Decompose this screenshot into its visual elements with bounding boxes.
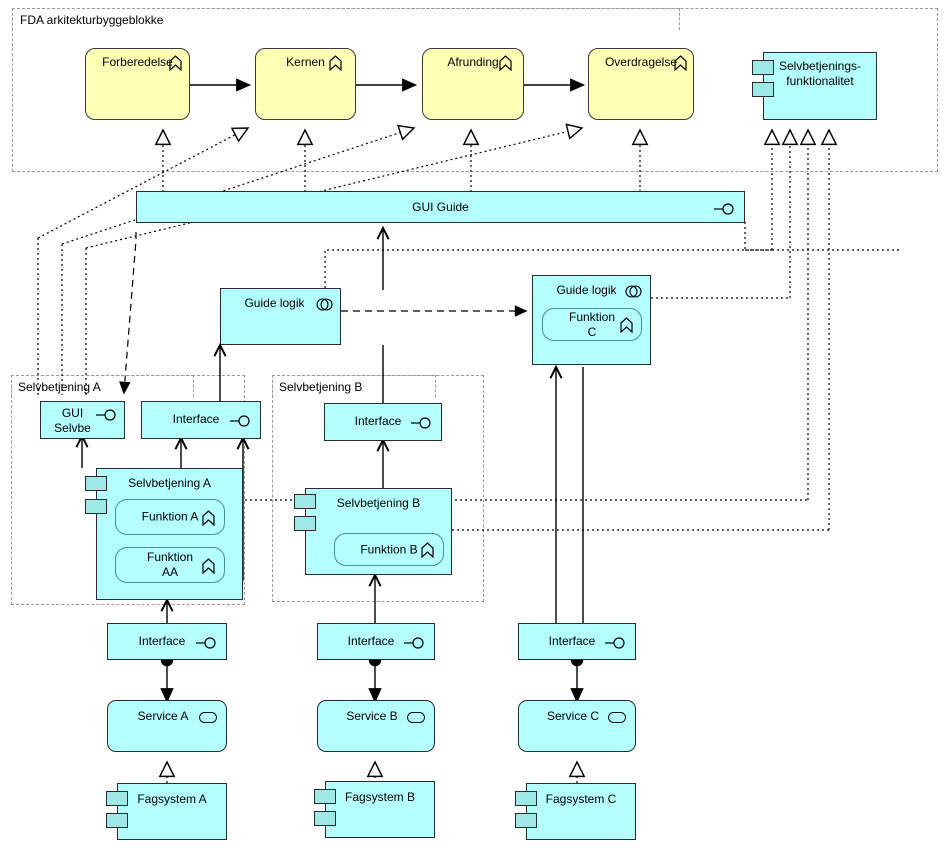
- component-fagsystem-c[interactable]: Fagsystem C: [526, 783, 636, 840]
- component-icon: [294, 494, 316, 509]
- component-selvbetjenings-funktionalitet[interactable]: Selvbetjenings- funktionalitet: [763, 52, 877, 120]
- component-icon: [85, 499, 107, 514]
- component-icon: [314, 811, 336, 826]
- service-c[interactable]: Service C: [518, 700, 636, 752]
- process-chevron-icon: [673, 55, 688, 72]
- application-service-icon: [608, 712, 626, 723]
- function-chevron-icon: [619, 317, 634, 334]
- component-icon: [106, 813, 128, 828]
- service-b[interactable]: Service B: [317, 700, 435, 752]
- component-selvbetjening-a[interactable]: Selvbetjening A Funktion A Funktion AA: [96, 468, 243, 600]
- provided-interface-icon: [196, 636, 218, 649]
- provided-interface-icon: [714, 202, 736, 215]
- interface-b-bottom[interactable]: Interface: [317, 623, 435, 660]
- component-icon: [314, 789, 336, 804]
- interface-gui-selvbe-label-line2: Selvbe: [54, 421, 91, 435]
- component-icon: [294, 516, 316, 531]
- group-fda-label: FDA arkitekturbyggeblokke: [20, 13, 164, 27]
- component-fagsystem-a[interactable]: Fagsystem A: [117, 783, 227, 840]
- function-funktion-b[interactable]: Funktion B: [334, 533, 444, 566]
- provided-interface-icon: [230, 414, 252, 427]
- process-chevron-icon: [328, 55, 343, 72]
- interface-gui-selvbe[interactable]: GUI Selvbe: [40, 401, 125, 439]
- interface-a-bottom[interactable]: Interface: [107, 623, 227, 660]
- component-fagsystem-c-label: Fagsystem C: [545, 792, 617, 806]
- component-fagsystem-b[interactable]: Fagsystem B: [325, 781, 435, 838]
- function-funktion-a[interactable]: Funktion A: [115, 499, 225, 535]
- interface-gui-guide-label: GUI Guide: [412, 200, 469, 214]
- provided-interface-icon: [404, 636, 426, 649]
- service-a[interactable]: Service A: [107, 700, 227, 752]
- component-icon: [85, 476, 107, 491]
- interface-a-top[interactable]: Interface: [141, 401, 261, 439]
- application-service-icon: [407, 712, 425, 723]
- application-guide-logik-right[interactable]: Guide logik Funktion C: [532, 275, 651, 365]
- group-selvbetjening-b-label: Selvbetjening B: [279, 380, 363, 394]
- application-function-icon: [625, 285, 642, 298]
- function-chevron-icon: [201, 510, 216, 527]
- architecture-diagram: FDA arkitekturbyggeblokke Selvbetjening …: [0, 0, 951, 850]
- interface-gui-guide[interactable]: GUI Guide: [136, 191, 745, 223]
- application-function-icon: [316, 298, 333, 311]
- provided-interface-icon: [96, 408, 118, 421]
- group-selvbetjening-a-label: Selvbetjening A: [18, 380, 101, 394]
- provided-interface-icon: [411, 416, 433, 429]
- process-kernen[interactable]: Kernen: [255, 48, 356, 120]
- component-icon: [752, 60, 774, 75]
- process-chevron-icon: [498, 55, 513, 72]
- component-fagsystem-a-label: Fagsystem A: [137, 792, 207, 806]
- function-chevron-icon: [201, 558, 216, 575]
- function-funktion-aa[interactable]: Funktion AA: [115, 547, 225, 583]
- component-selvbetjening-b[interactable]: Selvbetjening B Funktion B: [305, 488, 452, 575]
- process-chevron-icon: [168, 55, 183, 72]
- component-selvbetjenings-funktionalitet-label-line1: Selvbetjenings-: [778, 59, 862, 73]
- component-selvbetjenings-funktionalitet-label-line2: funktionalitet: [786, 74, 854, 88]
- component-fagsystem-b-label: Fagsystem B: [344, 790, 416, 804]
- process-forberedelse[interactable]: Forberedelse: [85, 48, 190, 120]
- component-icon: [106, 791, 128, 806]
- interface-b-top[interactable]: Interface: [324, 403, 442, 441]
- component-selvbetjening-a-label: Selvbetjening A: [128, 476, 211, 490]
- component-icon: [515, 791, 537, 806]
- function-chevron-icon: [420, 542, 435, 559]
- interface-c-bottom[interactable]: Interface: [518, 623, 636, 660]
- application-service-icon: [199, 712, 217, 723]
- component-icon: [515, 813, 537, 828]
- component-selvbetjening-b-label: Selvbetjening B: [336, 496, 421, 510]
- function-funktion-c[interactable]: Funktion C: [542, 308, 642, 341]
- application-guide-logik-left[interactable]: Guide logik: [220, 288, 341, 345]
- component-icon: [752, 82, 774, 97]
- process-afrunding[interactable]: Afrunding: [422, 48, 524, 120]
- process-overdragelse[interactable]: Overdragelse: [588, 48, 694, 120]
- provided-interface-icon: [605, 636, 627, 649]
